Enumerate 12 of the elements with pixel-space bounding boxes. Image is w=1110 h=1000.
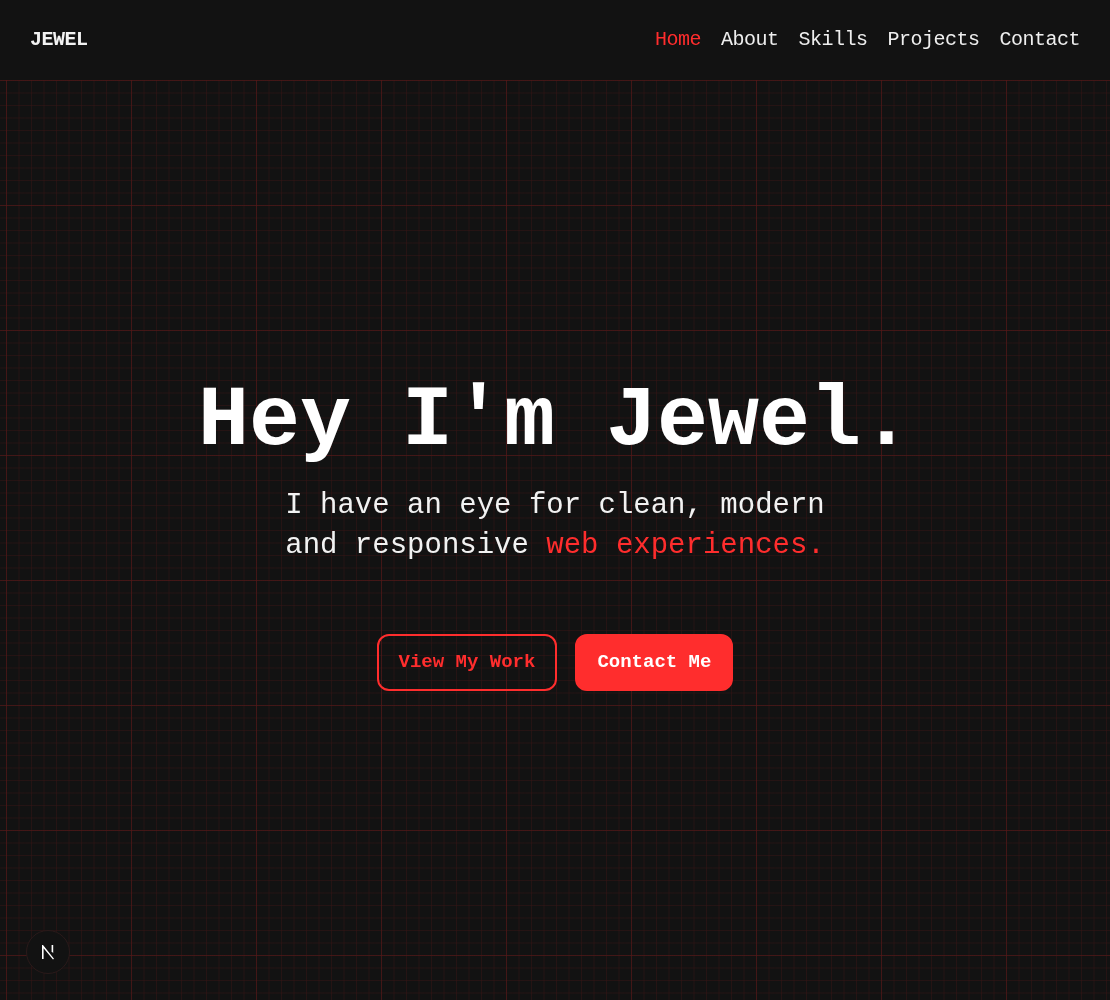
nav-link[interactable]: Projects: [887, 25, 980, 55]
hero-heading: Hey I'm Jewel.: [197, 379, 913, 465]
contact-button[interactable]: Contact Me: [575, 634, 734, 691]
brand-logo[interactable]: JEWEL: [30, 25, 88, 55]
logo-icon: [40, 944, 56, 960]
hero-tagline: I have an eye for clean, modern and responsive web experiences.: [285, 488, 825, 565]
nav-link[interactable]: Contact: [999, 25, 1080, 55]
work-button[interactable]: View My Work: [376, 634, 558, 691]
dev-badge-button[interactable]: [26, 930, 70, 974]
nav-link[interactable]: About: [720, 25, 779, 55]
nav-link[interactable]: Home: [654, 25, 701, 55]
nav-link[interactable]: Skills: [798, 25, 868, 55]
